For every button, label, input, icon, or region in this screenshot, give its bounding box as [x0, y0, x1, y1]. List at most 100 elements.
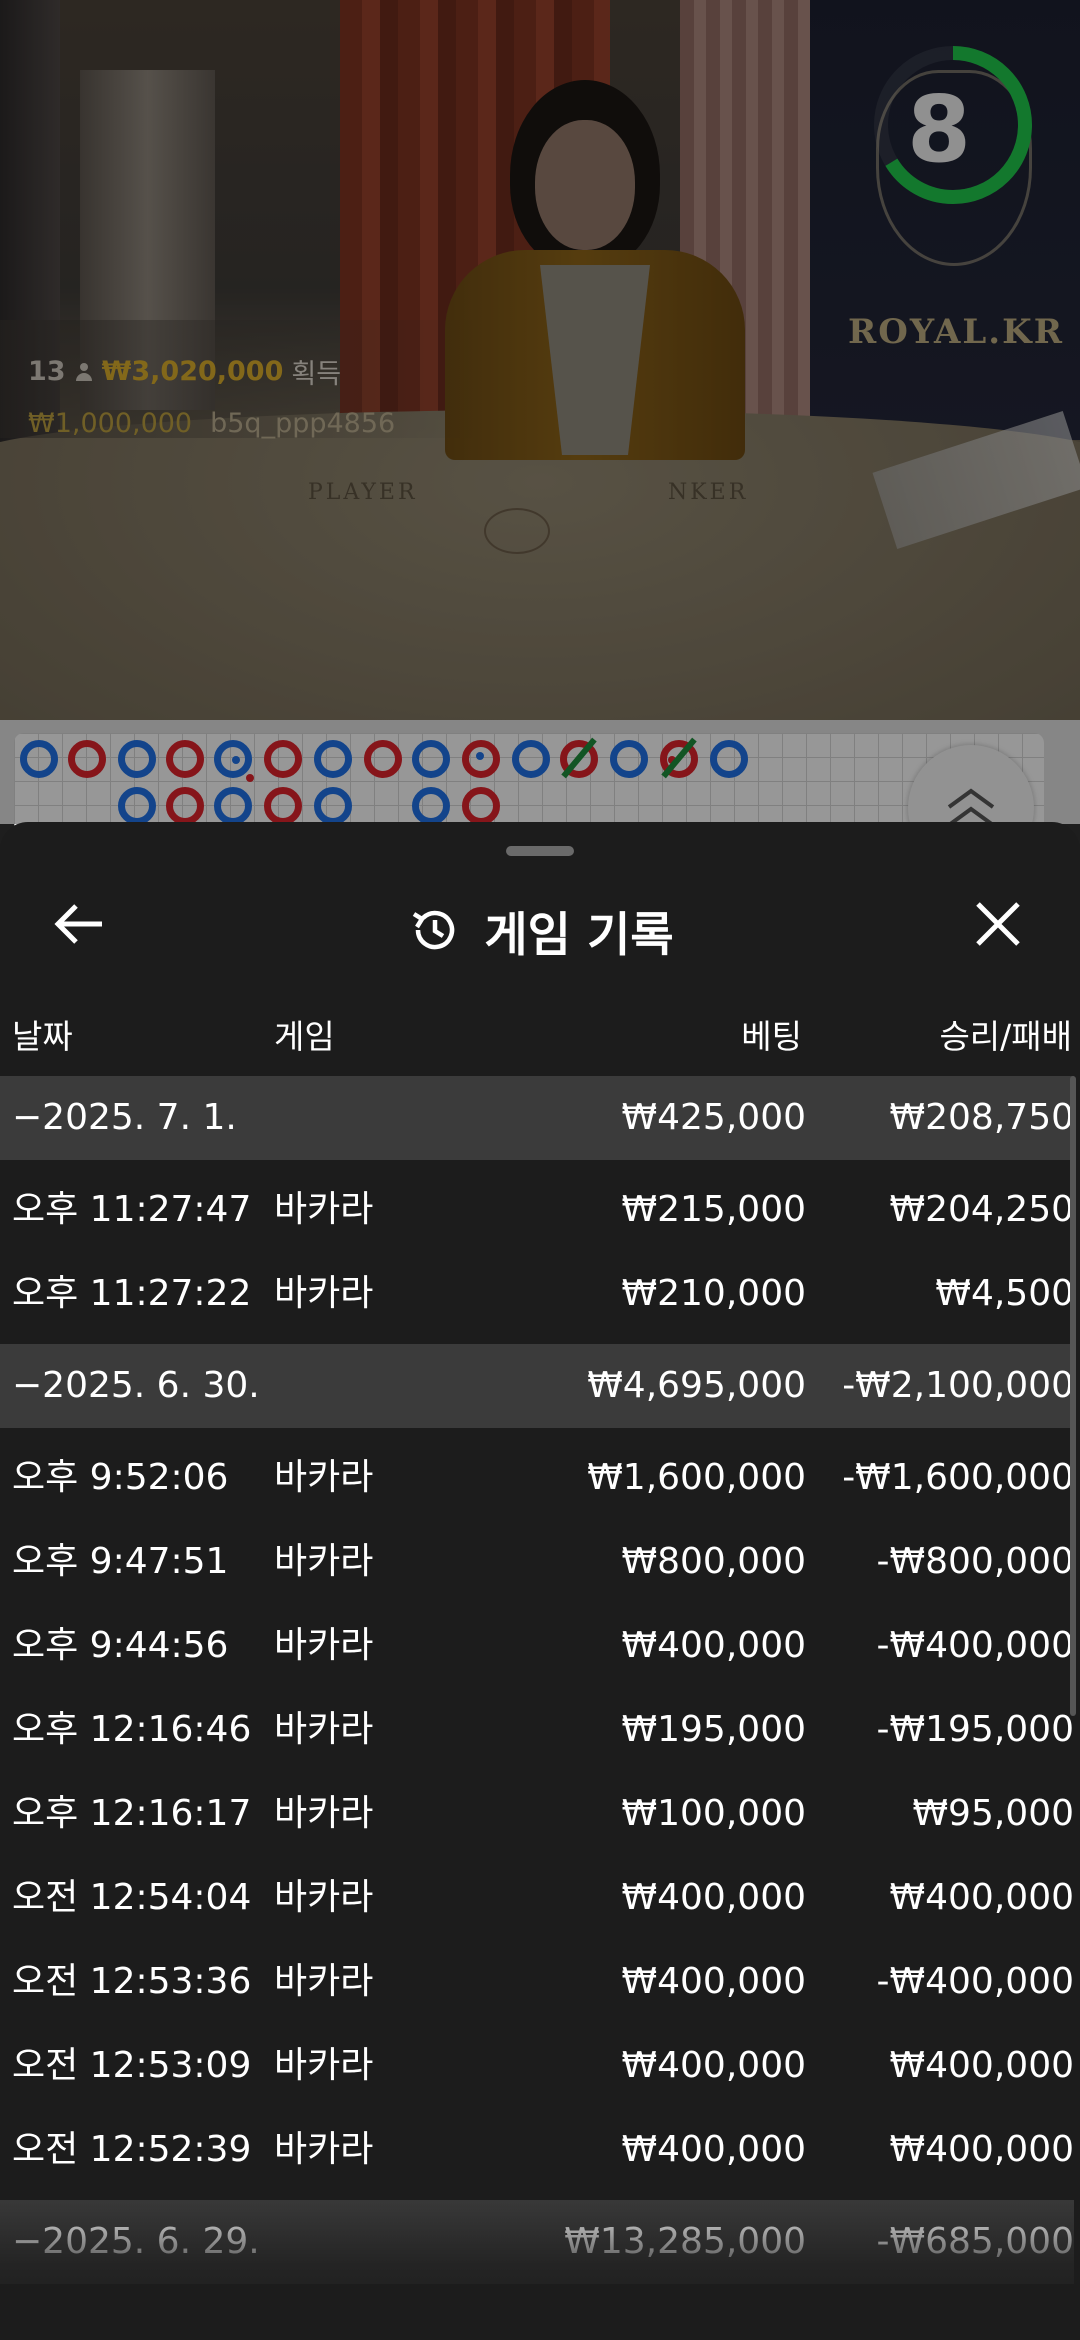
- sheet-header: 게임 기록: [0, 880, 1080, 980]
- banker-bead: [68, 740, 106, 778]
- dealer-face: [535, 120, 635, 250]
- row-time: 오후 9:47:51: [12, 1541, 229, 1582]
- person-icon: [74, 361, 94, 383]
- brand-text: ROYAL.KR: [848, 312, 1064, 352]
- row-game: 바카라: [274, 1709, 374, 1750]
- banker-bead: [166, 740, 204, 778]
- history-row[interactable]: 오전 12:53:09 바카라 ₩400,000 ₩400,000: [0, 2024, 1074, 2108]
- player-bead: [710, 740, 748, 778]
- history-row[interactable]: 오후 9:52:06 바카라 ₩1,600,000 -₩1,600,000: [0, 1436, 1074, 1520]
- history-row[interactable]: 오후 12:16:17 바카라 ₩100,000 ₩95,000: [0, 1772, 1074, 1856]
- column-header-date: 날짜: [12, 1017, 73, 1056]
- history-row[interactable]: 오전 12:52:39 바카라 ₩400,000 ₩400,000: [0, 2108, 1074, 2192]
- history-row[interactable]: 오후 11:27:22 바카라 ₩210,000 ₩4,500: [0, 1252, 1074, 1336]
- game-history-sheet: 게임 기록 날짜 게임 베팅 승리/패배 −2025. 7. 1. ₩425,00…: [0, 822, 1080, 2340]
- row-bet: ₩800,000: [621, 1541, 806, 1582]
- group-bet-total: ₩4,695,000: [587, 1365, 806, 1406]
- row-time: 오후 11:27:47: [12, 1189, 252, 1230]
- row-game: 바카라: [274, 1877, 374, 1918]
- player-bead: [118, 787, 156, 825]
- row-spacer: [0, 1428, 1074, 1436]
- row-game: 바카라: [274, 1273, 374, 1314]
- date-group-row[interactable]: −2025. 6. 30. ₩4,695,000 -₩2,100,000: [0, 1344, 1074, 1428]
- row-result: ₩4,500: [935, 1273, 1074, 1314]
- history-clock-icon: [413, 910, 455, 950]
- row-result: ₩95,000: [912, 1793, 1074, 1834]
- row-game: 바카라: [274, 2129, 374, 2170]
- row-game: 바카라: [274, 2045, 374, 2086]
- bet-notice: ₩1,000,000 b5q_ppp4856: [28, 408, 395, 439]
- date-group-row[interactable]: −2025. 7. 1. ₩425,000 ₩208,750: [0, 1076, 1074, 1160]
- row-game: 바카라: [274, 1189, 374, 1230]
- win-suffix: 획득: [291, 359, 342, 390]
- row-result: ₩204,250: [889, 1189, 1074, 1230]
- row-result: -₩195,000: [876, 1709, 1074, 1750]
- pair-dot: [476, 752, 484, 760]
- banker-bead: [264, 740, 302, 778]
- group-bet-total: ₩13,285,000: [564, 2221, 806, 2262]
- countdown-number: 8: [906, 76, 971, 183]
- row-game: 바카라: [274, 1541, 374, 1582]
- history-row[interactable]: 오후 9:47:51 바카라 ₩800,000 -₩800,000: [0, 1520, 1074, 1604]
- date-group-row[interactable]: −2025. 6. 29. ₩13,285,000 -₩685,000: [0, 2200, 1074, 2284]
- column-header-result: 승리/패배: [939, 1017, 1072, 1056]
- row-bet: ₩210,000: [621, 1273, 806, 1314]
- banker-bead: [264, 787, 302, 825]
- column-header-game: 게임: [274, 1017, 335, 1056]
- win-notice: 13 ₩3,020,000 획득: [28, 352, 341, 391]
- row-game: 바카라: [274, 1457, 374, 1498]
- row-game: 바카라: [274, 1961, 374, 2002]
- win-count: 13: [28, 356, 66, 387]
- row-bet: ₩400,000: [621, 1961, 806, 2002]
- row-time: 오후 12:16:46: [12, 1709, 252, 1750]
- history-row[interactable]: 오후 12:16:46 바카라 ₩195,000 -₩195,000: [0, 1688, 1074, 1772]
- history-list[interactable]: −2025. 7. 1. ₩425,000 ₩208,750 오후 11:27:47 바…: [0, 1076, 1074, 2284]
- row-game: 바카라: [274, 1793, 374, 1834]
- row-result: -₩800,000: [876, 1541, 1074, 1582]
- scrollbar[interactable]: [1070, 1076, 1076, 1716]
- row-bet: ₩100,000: [621, 1793, 806, 1834]
- player-bead: [512, 740, 550, 778]
- bet-notice-user: b5q_ppp4856: [210, 408, 396, 439]
- player-bead: [214, 787, 252, 825]
- bet-notice-amount: ₩1,000,000: [28, 408, 193, 439]
- row-bet: ₩195,000: [621, 1709, 806, 1750]
- felt-banker-label: NKER: [668, 480, 749, 505]
- table-logo: [484, 508, 550, 554]
- row-result: -₩400,000: [876, 1625, 1074, 1666]
- pair-dot: [232, 756, 240, 764]
- group-date: −2025. 6. 30.: [12, 1365, 260, 1406]
- history-row[interactable]: 오전 12:53:36 바카라 ₩400,000 -₩400,000: [0, 1940, 1074, 2024]
- player-bead: [610, 740, 648, 778]
- history-row[interactable]: 오후 9:44:56 바카라 ₩400,000 -₩400,000: [0, 1604, 1074, 1688]
- felt-player-label: PLAYER: [308, 480, 418, 505]
- row-bet: ₩215,000: [621, 1189, 806, 1230]
- player-bead: [412, 787, 450, 825]
- row-result: -₩400,000: [876, 1961, 1074, 2002]
- banker-bead: [166, 787, 204, 825]
- row-game: 바카라: [274, 1625, 374, 1666]
- live-video: PLAYER NKER ROYAL.KR 8 13 ₩3,020,000 획득 …: [0, 0, 1080, 720]
- close-button[interactable]: [966, 892, 1030, 956]
- banker-bead: [364, 740, 402, 778]
- banker-bead: [462, 787, 500, 825]
- row-spacer: [0, 1336, 1074, 1344]
- pair-dot: [246, 774, 254, 782]
- row-time: 오전 12:52:39: [12, 2129, 252, 2170]
- row-bet: ₩400,000: [621, 2045, 806, 2086]
- row-time: 오후 12:16:17: [12, 1793, 252, 1834]
- row-result: ₩400,000: [889, 2129, 1074, 2170]
- win-amount: ₩3,020,000: [101, 356, 284, 387]
- history-row[interactable]: 오전 12:54:04 바카라 ₩400,000 ₩400,000: [0, 1856, 1074, 1940]
- column-header-bet: 베팅: [741, 1017, 802, 1056]
- row-result: ₩400,000: [889, 2045, 1074, 2086]
- sheet-drag-handle[interactable]: [506, 846, 574, 856]
- row-spacer: [0, 2192, 1074, 2200]
- group-result-total: -₩685,000: [876, 2221, 1074, 2262]
- row-result: -₩1,600,000: [842, 1457, 1074, 1498]
- history-row[interactable]: 오후 11:27:47 바카라 ₩215,000 ₩204,250: [0, 1168, 1074, 1252]
- row-bet: ₩400,000: [621, 1625, 806, 1666]
- row-time: 오후 11:27:22: [12, 1273, 252, 1314]
- player-bead: [118, 740, 156, 778]
- row-time: 오전 12:53:09: [12, 2045, 252, 2086]
